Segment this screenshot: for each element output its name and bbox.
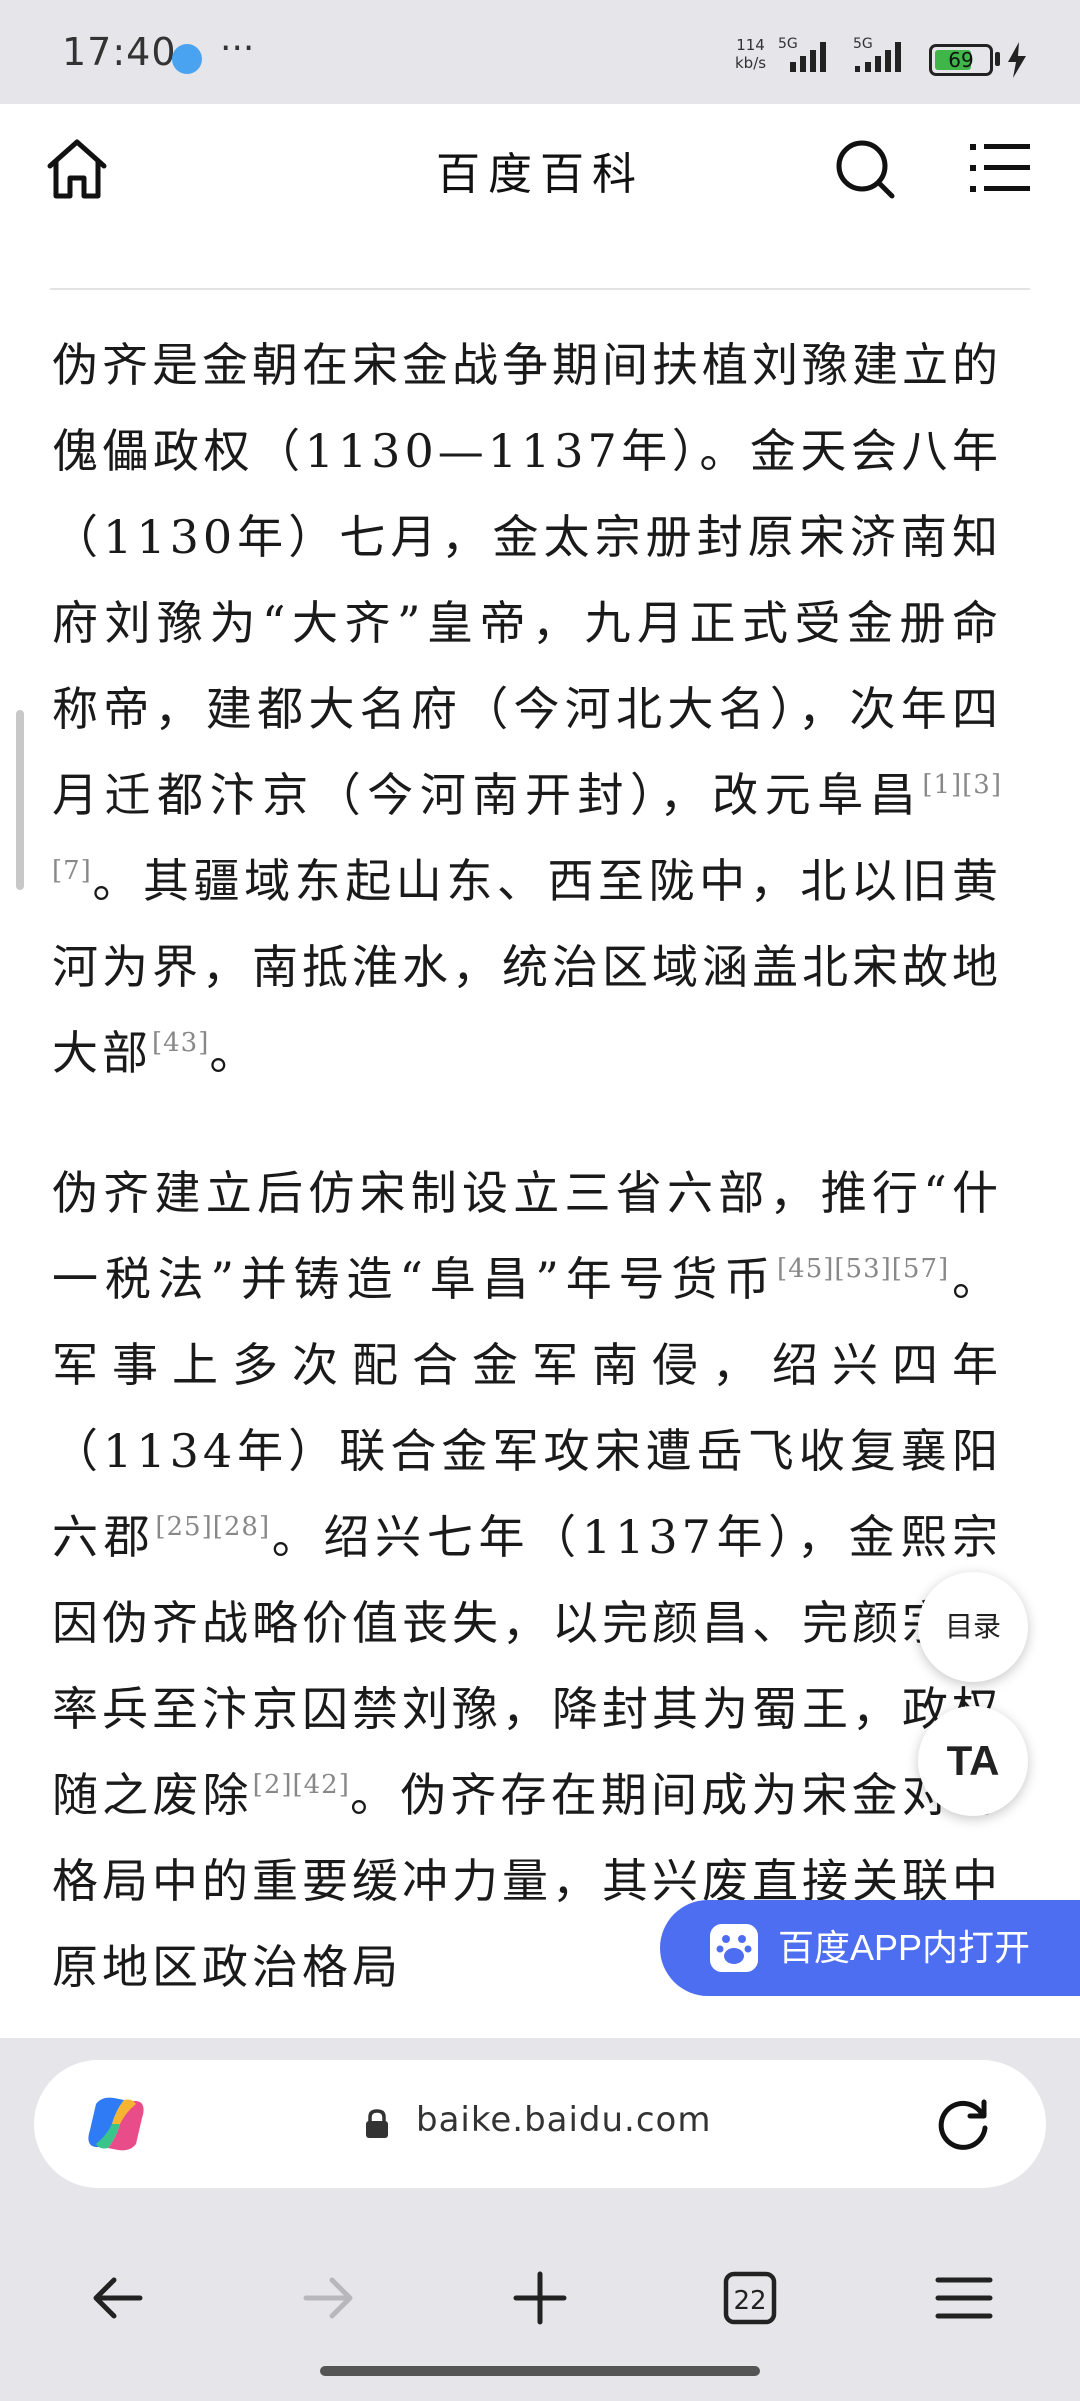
scrollbar-thumb[interactable] bbox=[16, 710, 24, 890]
paragraph-1-text-c: 。 bbox=[209, 1026, 260, 1080]
lock-icon bbox=[366, 2109, 388, 2138]
citation-link[interactable]: [45][53][57] bbox=[777, 1254, 949, 1284]
top-header: 百度百科 bbox=[0, 104, 1080, 234]
clipped-previous-line bbox=[50, 232, 1030, 256]
open-in-app-label: 百度APP内打开 bbox=[778, 1927, 1031, 1968]
signal-2-icon bbox=[855, 42, 901, 72]
home-icon[interactable] bbox=[42, 134, 112, 204]
status-bar: 17:40 ··· 114 kb/s 5G 5G 69 bbox=[0, 0, 1080, 104]
copilot-icon[interactable] bbox=[82, 2090, 150, 2158]
paragraph-1-text-a: 伪齐是金朝在宋金战争期间扶植刘豫建立的傀儡政权（1130—1137年）。金天会八… bbox=[52, 338, 1002, 822]
network-speed-unit: kb/s bbox=[735, 54, 767, 72]
browser-toolbar: baike.baidu.com 22 bbox=[0, 2038, 1080, 2401]
search-icon[interactable] bbox=[834, 138, 896, 200]
article-paragraph-2: 伪齐建立后仿宋制设立三省六部，推行“什一税法”并铸造“阜昌”年号货币[45][5… bbox=[52, 1150, 1002, 2010]
ta-button[interactable]: TA bbox=[918, 1706, 1028, 1816]
section-divider bbox=[50, 288, 1030, 290]
battery-icon: 69 bbox=[929, 44, 993, 76]
network-speed: 114 kb/s bbox=[735, 36, 766, 72]
battery-level-text: 69 bbox=[948, 48, 974, 72]
home-indicator[interactable] bbox=[320, 2366, 760, 2376]
status-more-icon: ··· bbox=[220, 28, 255, 69]
open-in-baidu-app-button[interactable]: 百度APP内打开 bbox=[660, 1900, 1080, 1996]
address-bar[interactable]: baike.baidu.com bbox=[34, 2060, 1046, 2188]
status-time: 17:40 bbox=[62, 30, 177, 74]
plus-icon[interactable] bbox=[508, 2266, 572, 2330]
back-icon[interactable] bbox=[86, 2266, 150, 2330]
app-notification-icon bbox=[172, 44, 202, 74]
citation-link[interactable]: [2][42] bbox=[253, 1770, 350, 1800]
tabs-icon[interactable]: 22 bbox=[718, 2266, 782, 2330]
menu-icon[interactable] bbox=[970, 140, 1030, 196]
reload-icon[interactable] bbox=[934, 2096, 992, 2154]
browser-nav-row: 22 bbox=[0, 2238, 1080, 2358]
page-title: 百度百科 bbox=[436, 149, 644, 200]
paragraph-2-text-a: 伪齐建立后仿宋制设立三省六部，推行“什一税法”并铸造“阜昌”年号货币 bbox=[52, 1166, 1002, 1306]
citation-link[interactable]: [43] bbox=[152, 1028, 209, 1058]
table-of-contents-button[interactable]: 目录 bbox=[918, 1572, 1028, 1682]
forward-icon[interactable] bbox=[296, 2266, 360, 2330]
signal-1-icon bbox=[790, 42, 826, 72]
network-speed-value: 114 bbox=[736, 36, 765, 54]
baidu-paw-icon bbox=[710, 1924, 758, 1972]
article-paragraph-1: 伪齐是金朝在宋金战争期间扶植刘豫建立的傀儡政权（1130—1137年）。金天会八… bbox=[52, 322, 1002, 1096]
citation-link[interactable]: [25][28] bbox=[155, 1512, 270, 1542]
charging-icon bbox=[1008, 42, 1026, 78]
battery-cap bbox=[995, 52, 1000, 66]
url-text[interactable]: baike.baidu.com bbox=[416, 2100, 711, 2140]
tab-count: 22 bbox=[733, 2286, 766, 2316]
hamburger-icon[interactable] bbox=[932, 2266, 996, 2330]
